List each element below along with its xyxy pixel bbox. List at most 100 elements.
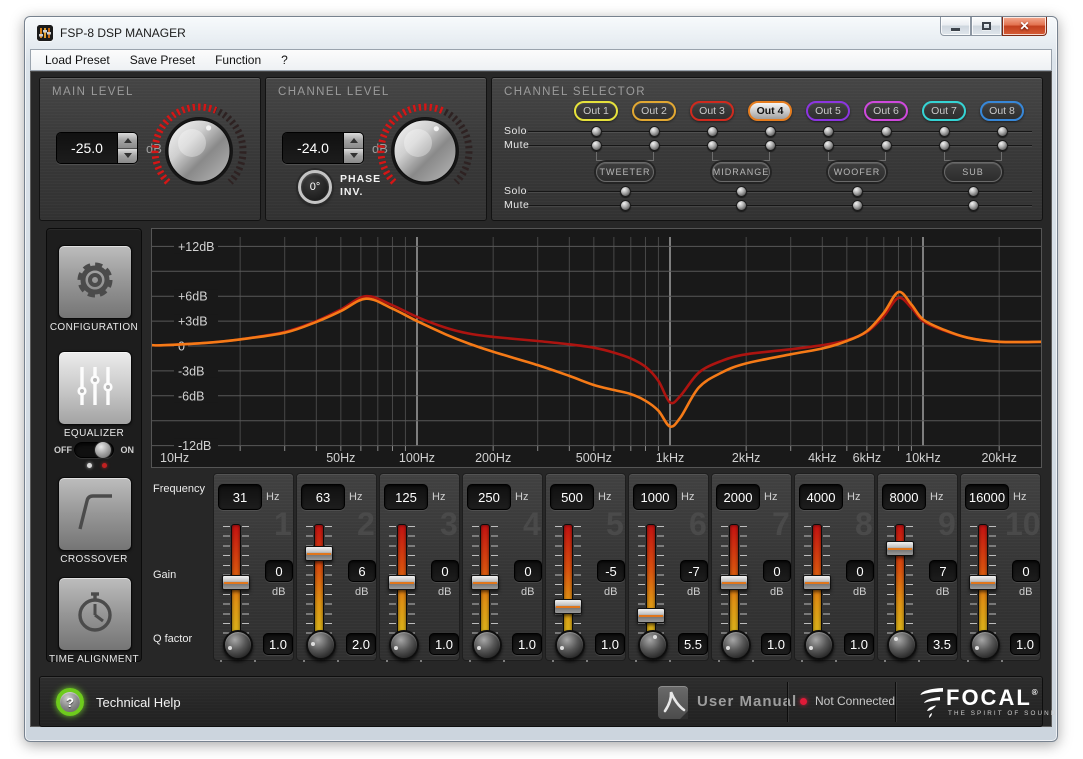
sidebar-item-time-alignment[interactable]: [58, 577, 132, 651]
mute-led-out-5[interactable]: [823, 140, 834, 151]
band-q-knob[interactable]: [804, 630, 834, 660]
band-q-value[interactable]: 1.0: [263, 633, 293, 655]
band-frequency-value[interactable]: 16000: [965, 484, 1009, 510]
sidebar-item-equalizer[interactable]: [58, 351, 132, 425]
phase-invert-button[interactable]: 0°: [298, 170, 332, 204]
band-q-knob[interactable]: [638, 630, 668, 660]
mute-led-out-6[interactable]: [881, 140, 892, 151]
band-gain-value[interactable]: 0: [763, 560, 791, 582]
sidebar-item-configuration[interactable]: [58, 245, 132, 319]
band-q-knob[interactable]: [472, 630, 502, 660]
menu-load-preset[interactable]: Load Preset: [35, 50, 120, 70]
band-frequency-value[interactable]: 1000: [633, 484, 677, 510]
band-gain-slider-handle[interactable]: [554, 599, 582, 614]
band-gain-slider-handle[interactable]: [969, 575, 997, 590]
solo-led-out-3[interactable]: [707, 126, 718, 137]
band-gain-slider-handle[interactable]: [471, 575, 499, 590]
user-manual-button[interactable]: User Manual: [697, 693, 797, 710]
main-level-increment-button[interactable]: [118, 133, 137, 148]
band-q-value[interactable]: 1.0: [595, 633, 625, 655]
main-level-knob[interactable]: [147, 99, 251, 203]
maximize-button[interactable]: [971, 17, 1002, 36]
group-mute-led-sub[interactable]: [968, 200, 979, 211]
band-gain-slider-handle[interactable]: [388, 575, 416, 590]
band-frequency-value[interactable]: 500: [550, 484, 594, 510]
sidebar-item-crossover[interactable]: [58, 477, 132, 551]
main-level-value[interactable]: -25.0: [57, 133, 117, 163]
group-solo-led-woofer[interactable]: [852, 186, 863, 197]
menu-help[interactable]: ?: [271, 50, 298, 70]
solo-led-out-4[interactable]: [765, 126, 776, 137]
band-gain-slider-handle[interactable]: [886, 541, 914, 556]
output-button-out-7[interactable]: Out 7: [922, 101, 966, 121]
solo-led-out-7[interactable]: [939, 126, 950, 137]
channel-level-decrement-button[interactable]: [344, 148, 363, 164]
solo-led-out-1[interactable]: [591, 126, 602, 137]
output-button-out-3[interactable]: Out 3: [690, 101, 734, 121]
band-gain-value[interactable]: 0: [846, 560, 874, 582]
band-gain-value[interactable]: 0: [265, 560, 293, 582]
mute-led-out-2[interactable]: [649, 140, 660, 151]
band-frequency-value[interactable]: 4000: [799, 484, 843, 510]
solo-led-out-8[interactable]: [997, 126, 1008, 137]
band-q-value[interactable]: 5.5: [678, 633, 708, 655]
main-level-decrement-button[interactable]: [118, 148, 137, 164]
close-button[interactable]: ✕: [1002, 17, 1047, 36]
pdf-icon[interactable]: [658, 686, 688, 719]
equalizer-onoff-toggle[interactable]: [74, 442, 114, 458]
channel-level-increment-button[interactable]: [344, 133, 363, 148]
group-mute-led-midrange[interactable]: [736, 200, 747, 211]
group-solo-led-midrange[interactable]: [736, 186, 747, 197]
group-button-midrange[interactable]: MIDRANGE: [712, 162, 770, 182]
band-frequency-value[interactable]: 63: [301, 484, 345, 510]
group-mute-led-woofer[interactable]: [852, 200, 863, 211]
band-gain-value[interactable]: 0: [431, 560, 459, 582]
band-gain-slider-handle[interactable]: [720, 575, 748, 590]
output-button-out-5[interactable]: Out 5: [806, 101, 850, 121]
channel-level-value[interactable]: -24.0: [283, 133, 343, 163]
band-gain-slider-handle[interactable]: [803, 575, 831, 590]
technical-help-button[interactable]: ?: [56, 688, 84, 716]
solo-led-out-2[interactable]: [649, 126, 660, 137]
output-button-out-4[interactable]: Out 4: [748, 101, 792, 121]
band-q-knob[interactable]: [389, 630, 419, 660]
group-button-sub[interactable]: SUB: [944, 162, 1002, 182]
band-frequency-value[interactable]: 2000: [716, 484, 760, 510]
band-gain-slider-handle[interactable]: [305, 546, 333, 561]
band-frequency-value[interactable]: 125: [384, 484, 428, 510]
band-frequency-value[interactable]: 8000: [882, 484, 926, 510]
band-q-knob[interactable]: [306, 630, 336, 660]
toggle-knob[interactable]: [94, 441, 112, 459]
band-q-value[interactable]: 1.0: [1010, 633, 1040, 655]
mute-led-out-4[interactable]: [765, 140, 776, 151]
output-button-out-1[interactable]: Out 1: [574, 101, 618, 121]
solo-led-out-6[interactable]: [881, 126, 892, 137]
mute-led-out-8[interactable]: [997, 140, 1008, 151]
eq-response-graph[interactable]: +12dB+6dB+3dB0-3dB-6dB-12dB10Hz50Hz100Hz…: [151, 228, 1042, 468]
output-button-out-2[interactable]: Out 2: [632, 101, 676, 121]
mute-led-out-7[interactable]: [939, 140, 950, 151]
band-gain-value[interactable]: 0: [514, 560, 542, 582]
band-q-knob[interactable]: [223, 630, 253, 660]
band-frequency-value[interactable]: 250: [467, 484, 511, 510]
titlebar[interactable]: FSP-8 DSP MANAGER ✕: [25, 17, 1057, 49]
output-button-out-8[interactable]: Out 8: [980, 101, 1024, 121]
band-q-value[interactable]: 1.0: [429, 633, 459, 655]
band-gain-value[interactable]: 0: [1012, 560, 1040, 582]
group-button-tweeter[interactable]: TWEETER: [596, 162, 654, 182]
band-q-knob[interactable]: [970, 630, 1000, 660]
band-q-knob[interactable]: [887, 630, 917, 660]
mute-led-out-1[interactable]: [591, 140, 602, 151]
group-solo-led-tweeter[interactable]: [620, 186, 631, 197]
band-gain-slider-track[interactable]: [563, 524, 573, 640]
solo-led-out-5[interactable]: [823, 126, 834, 137]
mute-led-out-3[interactable]: [707, 140, 718, 151]
minimize-button[interactable]: [940, 17, 971, 36]
group-mute-led-tweeter[interactable]: [620, 200, 631, 211]
group-button-woofer[interactable]: WOOFER: [828, 162, 886, 182]
band-gain-value[interactable]: 6: [348, 560, 376, 582]
band-q-value[interactable]: 1.0: [512, 633, 542, 655]
band-gain-value[interactable]: -7: [680, 560, 708, 582]
band-q-value[interactable]: 1.0: [844, 633, 874, 655]
band-frequency-value[interactable]: 31: [218, 484, 262, 510]
